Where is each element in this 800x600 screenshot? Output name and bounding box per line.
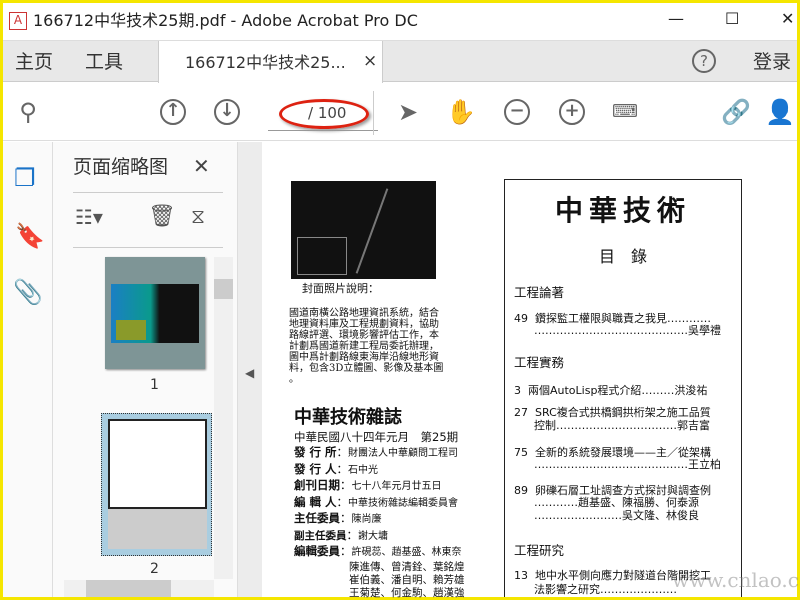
thumbnail-label-1: 1 <box>150 377 159 393</box>
tab-tools[interactable]: 工具 <box>85 51 123 74</box>
caption-line: 計劃爲國道新建工程局委託辦理， <box>289 341 439 352</box>
horizontal-scrollbar[interactable] <box>64 580 214 597</box>
toc-section: 工程研究 <box>514 543 565 558</box>
scrollbar-thumb[interactable] <box>214 279 233 299</box>
caption-line: 圖中爲計劃路線東海岸沿線地形資 <box>289 352 439 363</box>
document-view: 封面照片說明： 國道南橫公路地理資訊系統，結合 地理資料庫及工程規劃資料，協助 … <box>262 142 800 599</box>
toc-item[interactable]: 3 兩個AutoLisp程式介紹………洪浚祐 <box>514 384 707 397</box>
delete-page-icon[interactable]: 🗑 <box>148 204 176 230</box>
next-page-button[interactable]: ↓ <box>214 99 240 125</box>
share-link-icon[interactable]: 🔗 <box>721 97 751 127</box>
scroll-mode-icon[interactable]: ⌨ <box>610 97 640 127</box>
toc-author: ……………………………………王立柏 <box>534 458 721 471</box>
collapse-arrow-icon[interactable]: ◀ <box>245 366 254 380</box>
help-button[interactable]: ? <box>692 49 716 73</box>
user-share-icon[interactable]: 👤 <box>765 97 795 127</box>
thumbnail-page-1[interactable] <box>105 257 205 369</box>
document-tab-label: 166712中华技术25... <box>185 53 346 72</box>
caption-line: 。 <box>289 374 299 385</box>
window-title: 166712中华技术25期.pdf - Adobe Acrobat Pro DC <box>33 11 418 30</box>
info-row: 編輯委員：許硯蕊、趙基盛、林東奈 <box>294 544 462 558</box>
caption-line: 國道南橫公路地理資訊系統，結合 <box>289 308 439 319</box>
watermark: www.cnlao.com <box>672 568 800 592</box>
title-bar: A 166712中华技术25期.pdf - Adobe Acrobat Pro … <box>3 3 797 40</box>
tab-document[interactable]: 166712中华技术25... × <box>158 41 383 83</box>
committee-line: 王菊楚、何金駒、趙漢強 <box>349 587 465 599</box>
magazine-title: 中華技術雜誌 <box>294 407 402 428</box>
toc-author: ……………………吳文隆、林俊良 <box>534 509 699 522</box>
zoom-in-button[interactable]: + <box>559 99 585 125</box>
divider <box>73 192 223 193</box>
toc-author: …………趙基盛、陳福勝、何泰源 <box>534 496 699 509</box>
red-annotation-ellipse <box>279 99 369 129</box>
close-panel-button[interactable]: ✕ <box>193 154 210 178</box>
thumbnails-panel: 页面缩略图 ✕ ☷▾ 🗑 ⧖ 1 2 <box>53 142 238 597</box>
toc-item[interactable]: 27 SRC複合式拱橋鋼拱桁架之施工品質 <box>514 406 711 419</box>
toc-author: ……………………………………吳學禮 <box>534 324 721 337</box>
info-row: 主任委員：陳尚廉 <box>294 511 382 525</box>
extract-page-icon[interactable]: ⧖ <box>191 204 205 228</box>
caption-line: 路線評選、環境影響評估工作，本 <box>289 330 439 341</box>
info-row: 編 輯 人：中華技術雜誌編輯委員會 <box>294 494 459 509</box>
collapse-panel-strip[interactable]: ◀ <box>238 142 262 597</box>
maximize-button[interactable]: ☐ <box>725 9 739 28</box>
committee-line: 崔伯義、潘自明、賴芳雄 <box>349 574 465 586</box>
bookmark-icon[interactable]: 🔖 <box>15 222 45 251</box>
hand-tool-icon[interactable]: ✋ <box>446 97 476 127</box>
toc-author: 法影響之研究………………… <box>534 583 677 596</box>
cover-caption: 國道南橫公路地理資訊系統，結合 地理資料庫及工程規劃資料，協助 路線評選、環境影… <box>289 308 459 385</box>
issue-line: 中華民國八十四年元月 第25期 <box>294 430 459 444</box>
select-cursor-icon[interactable]: ➤ <box>393 97 423 127</box>
committee-line: 陳進傳、曾清銓、葉銘煌 <box>349 561 465 573</box>
panel-title: 页面缩略图 <box>73 156 169 178</box>
left-rail: ❐ 🔖 📎 <box>3 142 53 597</box>
toc-section: 工程實務 <box>514 355 565 370</box>
caption-line: 地理資料庫及工程規劃資料，協助 <box>289 319 439 330</box>
publication-info: 發 行 所：財團法人中華顧問工程司 發 行 人：石中光 創刊日期：七十八年元月廿… <box>294 444 462 560</box>
caption-line: 料，包含3D立體圖、影像及基本圖 <box>289 363 444 374</box>
toc-title: 中華技術 <box>554 194 691 227</box>
zoom-out-button[interactable]: − <box>504 99 530 125</box>
scrollbar-thumb[interactable] <box>86 580 171 597</box>
thumbnail-options-icon[interactable]: ☷▾ <box>75 205 103 229</box>
minimize-button[interactable]: — <box>668 9 684 28</box>
info-row: 副主任委員：謝大墉 <box>294 527 388 542</box>
previous-page-button[interactable]: ↑ <box>160 99 186 125</box>
login-button[interactable]: 登录 <box>753 51 791 74</box>
toc-section: 工程論著 <box>514 285 565 300</box>
vertical-scrollbar[interactable] <box>214 257 233 579</box>
toc-author: 控制……………………………郭吉富 <box>534 419 710 432</box>
divider <box>373 91 374 135</box>
info-row: 創刊日期：七十八年元月廿五日 <box>294 478 442 492</box>
cover-caption-title: 封面照片說明： <box>302 282 379 295</box>
divider <box>73 247 223 248</box>
info-row: 發 行 人：石中光 <box>294 461 379 476</box>
toolbar: ⚲ ↑ ↓ / 100 ➤ ✋ − + ⌨ 🔗 👤 <box>3 83 797 141</box>
close-tab-button[interactable]: × <box>363 51 377 71</box>
search-zoom-icon[interactable]: ⚲ <box>13 97 43 127</box>
tab-home[interactable]: 主页 <box>15 51 53 74</box>
cover-photo <box>291 181 436 279</box>
acrobat-app-icon: A <box>9 12 27 30</box>
page-thumbnails-icon[interactable]: ❐ <box>14 164 36 193</box>
toc-subtitle: 目 錄 <box>598 247 647 266</box>
close-window-button[interactable]: ✕ <box>781 9 794 28</box>
tab-bar: 主页 工具 166712中华技术25... × ? 登录 <box>3 40 797 83</box>
thumbnail-label-2: 2 <box>150 561 159 577</box>
attachment-icon[interactable]: 📎 <box>13 278 43 307</box>
info-row: 發 行 所：財團法人中華顧問工程司 <box>294 445 459 459</box>
thumbnail-page-2[interactable] <box>101 413 212 556</box>
